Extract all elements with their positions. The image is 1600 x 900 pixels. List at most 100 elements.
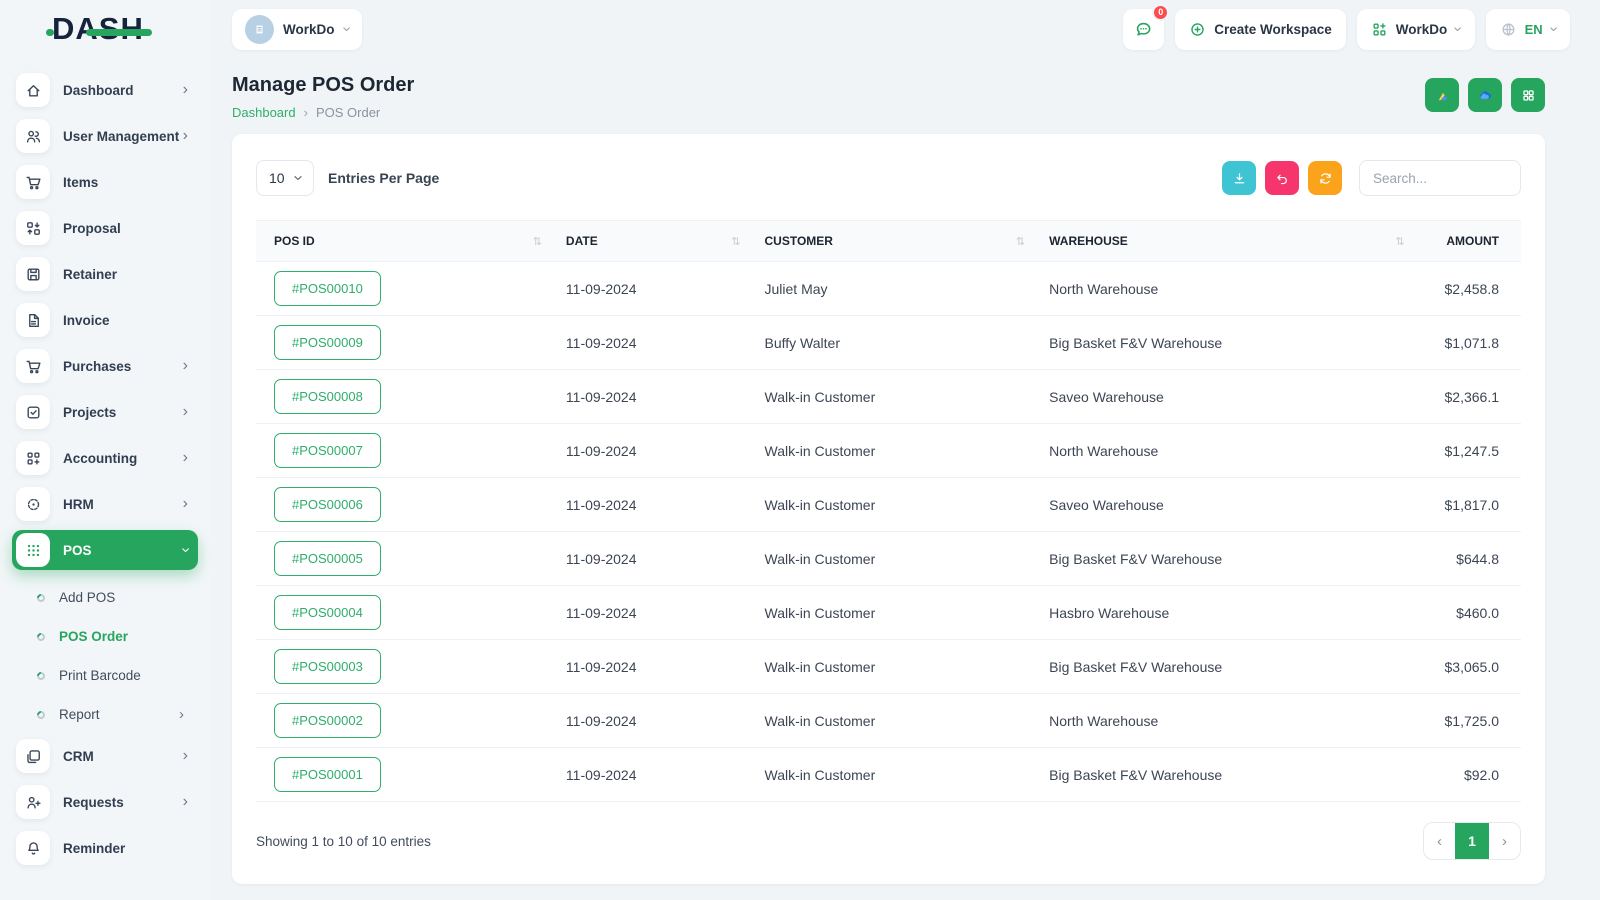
sidebar-item-projects[interactable]: Projects › xyxy=(12,392,198,432)
chevron-down-icon: › xyxy=(177,547,195,553)
cart-icon xyxy=(16,349,50,383)
column-header-customer[interactable]: CUSTOMER ⇅ xyxy=(764,220,1050,262)
pos-id-link[interactable]: #POS00007 xyxy=(274,433,381,468)
sidebar-item-requests[interactable]: Requests › xyxy=(12,782,198,822)
pos-id-link[interactable]: #POS00006 xyxy=(274,487,381,522)
sidebar-subitem-pos-order[interactable]: POS Order xyxy=(24,617,198,656)
header-actions xyxy=(1425,78,1545,112)
pos-id-link[interactable]: #POS00008 xyxy=(274,379,381,414)
sidebar-item-invoice[interactable]: Invoice xyxy=(12,300,198,340)
pos-id-link[interactable]: #POS00003 xyxy=(274,649,381,684)
pos-id-link[interactable]: #POS00009 xyxy=(274,325,381,360)
amount-cell: $2,366.1 xyxy=(1428,369,1521,424)
breadcrumb: Dashboard › POS Order xyxy=(232,105,414,120)
table-row: #POS00006 11-09-2024 Walk-in Customer Saveo… xyxy=(256,477,1521,532)
sidebar-item-label: Reminder xyxy=(63,840,126,856)
pagination-next-button[interactable]: › xyxy=(1489,823,1520,859)
bullet-icon xyxy=(35,591,47,604)
pos-id-link[interactable]: #POS00005 xyxy=(274,541,381,576)
onedrive-button[interactable] xyxy=(1468,78,1502,112)
sidebar-item-label: HRM xyxy=(63,496,94,512)
pagination-page-1[interactable]: 1 xyxy=(1455,823,1489,859)
sidebar-item-crm[interactable]: CRM › xyxy=(12,736,198,776)
column-label: DATE xyxy=(565,234,598,248)
sort-icon[interactable]: ⇅ xyxy=(1016,235,1025,248)
sidebar-item-user-management[interactable]: User Management › xyxy=(12,116,198,156)
sidebar-item-label: CRM xyxy=(63,748,94,764)
sidebar-item-hrm[interactable]: HRM › xyxy=(12,484,198,524)
pos-id-link[interactable]: #POS00004 xyxy=(274,595,381,630)
amount-cell: $460.0 xyxy=(1428,585,1521,640)
column-header-warehouse[interactable]: WAREHOUSE ⇅ xyxy=(1049,220,1429,262)
warehouse-cell: Hasbro Warehouse xyxy=(1049,585,1429,640)
plus-circle-icon xyxy=(1189,21,1206,38)
entries-per-page-select[interactable]: 10 xyxy=(256,160,314,196)
amount-cell: $1,247.5 xyxy=(1428,423,1521,478)
layers-icon xyxy=(16,739,50,773)
date-cell: 11-09-2024 xyxy=(565,423,765,478)
warehouse-cell: North Warehouse xyxy=(1049,261,1429,316)
pagination-prev-button[interactable]: ‹ xyxy=(1424,823,1455,859)
download-button[interactable] xyxy=(1222,161,1256,195)
grid-view-button[interactable] xyxy=(1511,78,1545,112)
chevron-down-icon: › xyxy=(1449,26,1467,32)
sidebar-item-retainer[interactable]: Retainer xyxy=(12,254,198,294)
undo-button[interactable] xyxy=(1265,161,1299,195)
messages-button[interactable]: 0 xyxy=(1123,3,1170,50)
pos-id-link[interactable]: #POS00010 xyxy=(274,271,381,306)
grid-icon xyxy=(1521,88,1536,103)
sidebar-item-purchases[interactable]: Purchases › xyxy=(12,346,198,386)
refresh-button[interactable] xyxy=(1308,161,1342,195)
date-cell: 11-09-2024 xyxy=(565,693,765,748)
table-row: #POS00003 11-09-2024 Walk-in Customer Big B… xyxy=(256,639,1521,694)
google-drive-icon xyxy=(1435,88,1450,103)
sort-icon[interactable]: ⇅ xyxy=(1395,235,1404,248)
sidebar-subitem-print-barcode[interactable]: Print Barcode xyxy=(24,656,198,695)
building-icon xyxy=(245,14,274,44)
chevron-right-icon: › xyxy=(182,747,188,764)
sidebar-item-dashboard[interactable]: Dashboard › xyxy=(12,70,198,110)
date-cell: 11-09-2024 xyxy=(565,747,765,802)
sidebar-item-proposal[interactable]: Proposal xyxy=(12,208,198,248)
breadcrumb-link-dashboard[interactable]: Dashboard xyxy=(232,105,296,120)
sidebar-item-pos[interactable]: POS › xyxy=(12,530,198,570)
table-body: #POS00010 11-09-2024 Juliet May North Wareh… xyxy=(256,261,1521,802)
table-row: #POS00009 11-09-2024 Buffy Walter Big Baske… xyxy=(256,315,1521,370)
language-selector[interactable]: EN › xyxy=(1485,8,1570,50)
date-cell: 11-09-2024 xyxy=(565,477,765,532)
pos-id-link[interactable]: #POS00002 xyxy=(274,703,381,738)
warehouse-cell: North Warehouse xyxy=(1049,423,1429,478)
sort-icon[interactable]: ⇅ xyxy=(731,235,740,248)
sidebar-item-label: Accounting xyxy=(63,450,138,466)
workdo-menu[interactable]: WorkDo › xyxy=(1356,8,1475,50)
amount-cell: $1,725.0 xyxy=(1428,693,1521,748)
column-header-pos-id[interactable]: POS ID ⇅ xyxy=(256,220,566,262)
table-row: #POS00010 11-09-2024 Juliet May North Wareh… xyxy=(256,261,1521,316)
sidebar-subitem-report[interactable]: Report › xyxy=(24,695,198,734)
bullet-icon xyxy=(35,669,47,682)
chevron-right-icon: › xyxy=(182,449,188,466)
topbar: WorkDo › 0 Create Workspace WorkDo › EN … xyxy=(210,0,1600,58)
sort-icon[interactable]: ⇅ xyxy=(533,235,542,248)
sidebar-subitem-add-pos[interactable]: Add POS xyxy=(24,578,198,617)
google-drive-button[interactable] xyxy=(1425,78,1459,112)
users-icon xyxy=(16,119,50,153)
table-toolbar: 10 Entries Per Page xyxy=(256,160,1521,196)
sidebar-item-reminder[interactable]: Reminder xyxy=(12,828,198,868)
amount-cell: $3,065.0 xyxy=(1428,639,1521,694)
create-workspace-button[interactable]: Create Workspace xyxy=(1175,8,1346,50)
undo-icon xyxy=(1275,171,1290,186)
sidebar-item-items[interactable]: Items xyxy=(12,162,198,202)
chevron-right-icon: › xyxy=(182,793,188,810)
workspace-selector[interactable]: WorkDo › xyxy=(232,8,362,50)
customer-cell: Walk-in Customer xyxy=(764,369,1050,424)
sidebar-item-accounting[interactable]: Accounting › xyxy=(12,438,198,478)
search-input[interactable] xyxy=(1359,160,1521,196)
dash-logo[interactable]: DASH xyxy=(0,0,210,58)
table-row: #POS00004 11-09-2024 Walk-in Customer Hasbr… xyxy=(256,585,1521,640)
pos-id-link[interactable]: #POS00001 xyxy=(274,757,381,792)
sidebar-item-label: Invoice xyxy=(63,312,110,328)
grid-dots-icon xyxy=(16,533,50,567)
invoice-icon xyxy=(16,303,50,337)
column-header-date[interactable]: DATE ⇅ xyxy=(565,220,765,262)
